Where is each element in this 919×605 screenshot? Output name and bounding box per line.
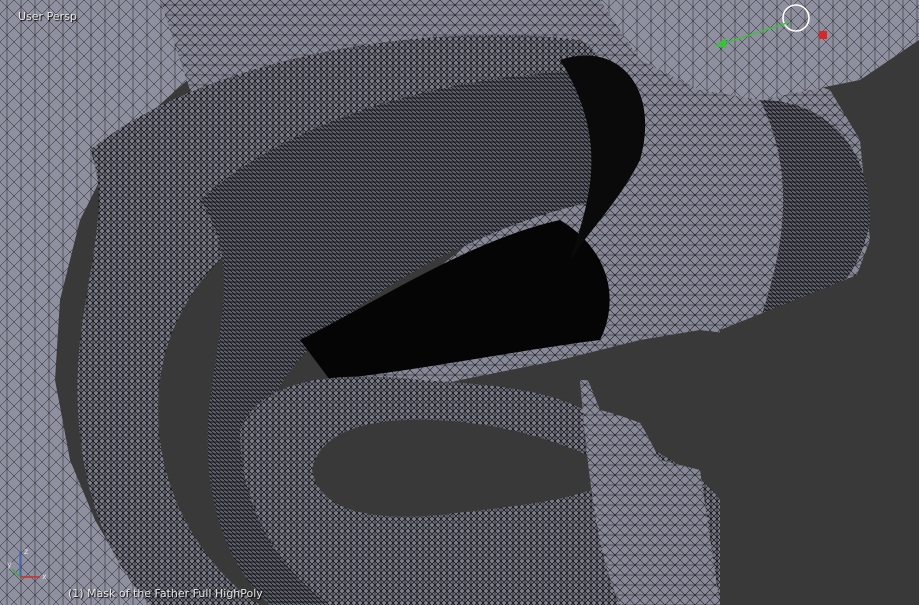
y-axis-handle[interactable] bbox=[721, 21, 791, 45]
rotate-widget-circle-icon[interactable] bbox=[782, 4, 810, 32]
mesh-wireframe[interactable] bbox=[0, 0, 919, 605]
transform-widget[interactable] bbox=[700, 0, 840, 60]
y-axis-arrow-icon[interactable] bbox=[714, 38, 726, 48]
active-object-label: (1) Mask of the Father Full HighPoly bbox=[68, 587, 263, 600]
x-axis-handle[interactable] bbox=[819, 31, 827, 39]
x-axis-label: x bbox=[42, 572, 47, 581]
y-axis-label: y bbox=[7, 560, 12, 569]
axes-indicator: z x y bbox=[7, 547, 47, 581]
z-axis-label: z bbox=[24, 547, 28, 556]
3d-viewport[interactable]: z x y User Persp (1) Mask of the Father … bbox=[0, 0, 919, 605]
view-mode-label: User Persp bbox=[18, 10, 77, 23]
